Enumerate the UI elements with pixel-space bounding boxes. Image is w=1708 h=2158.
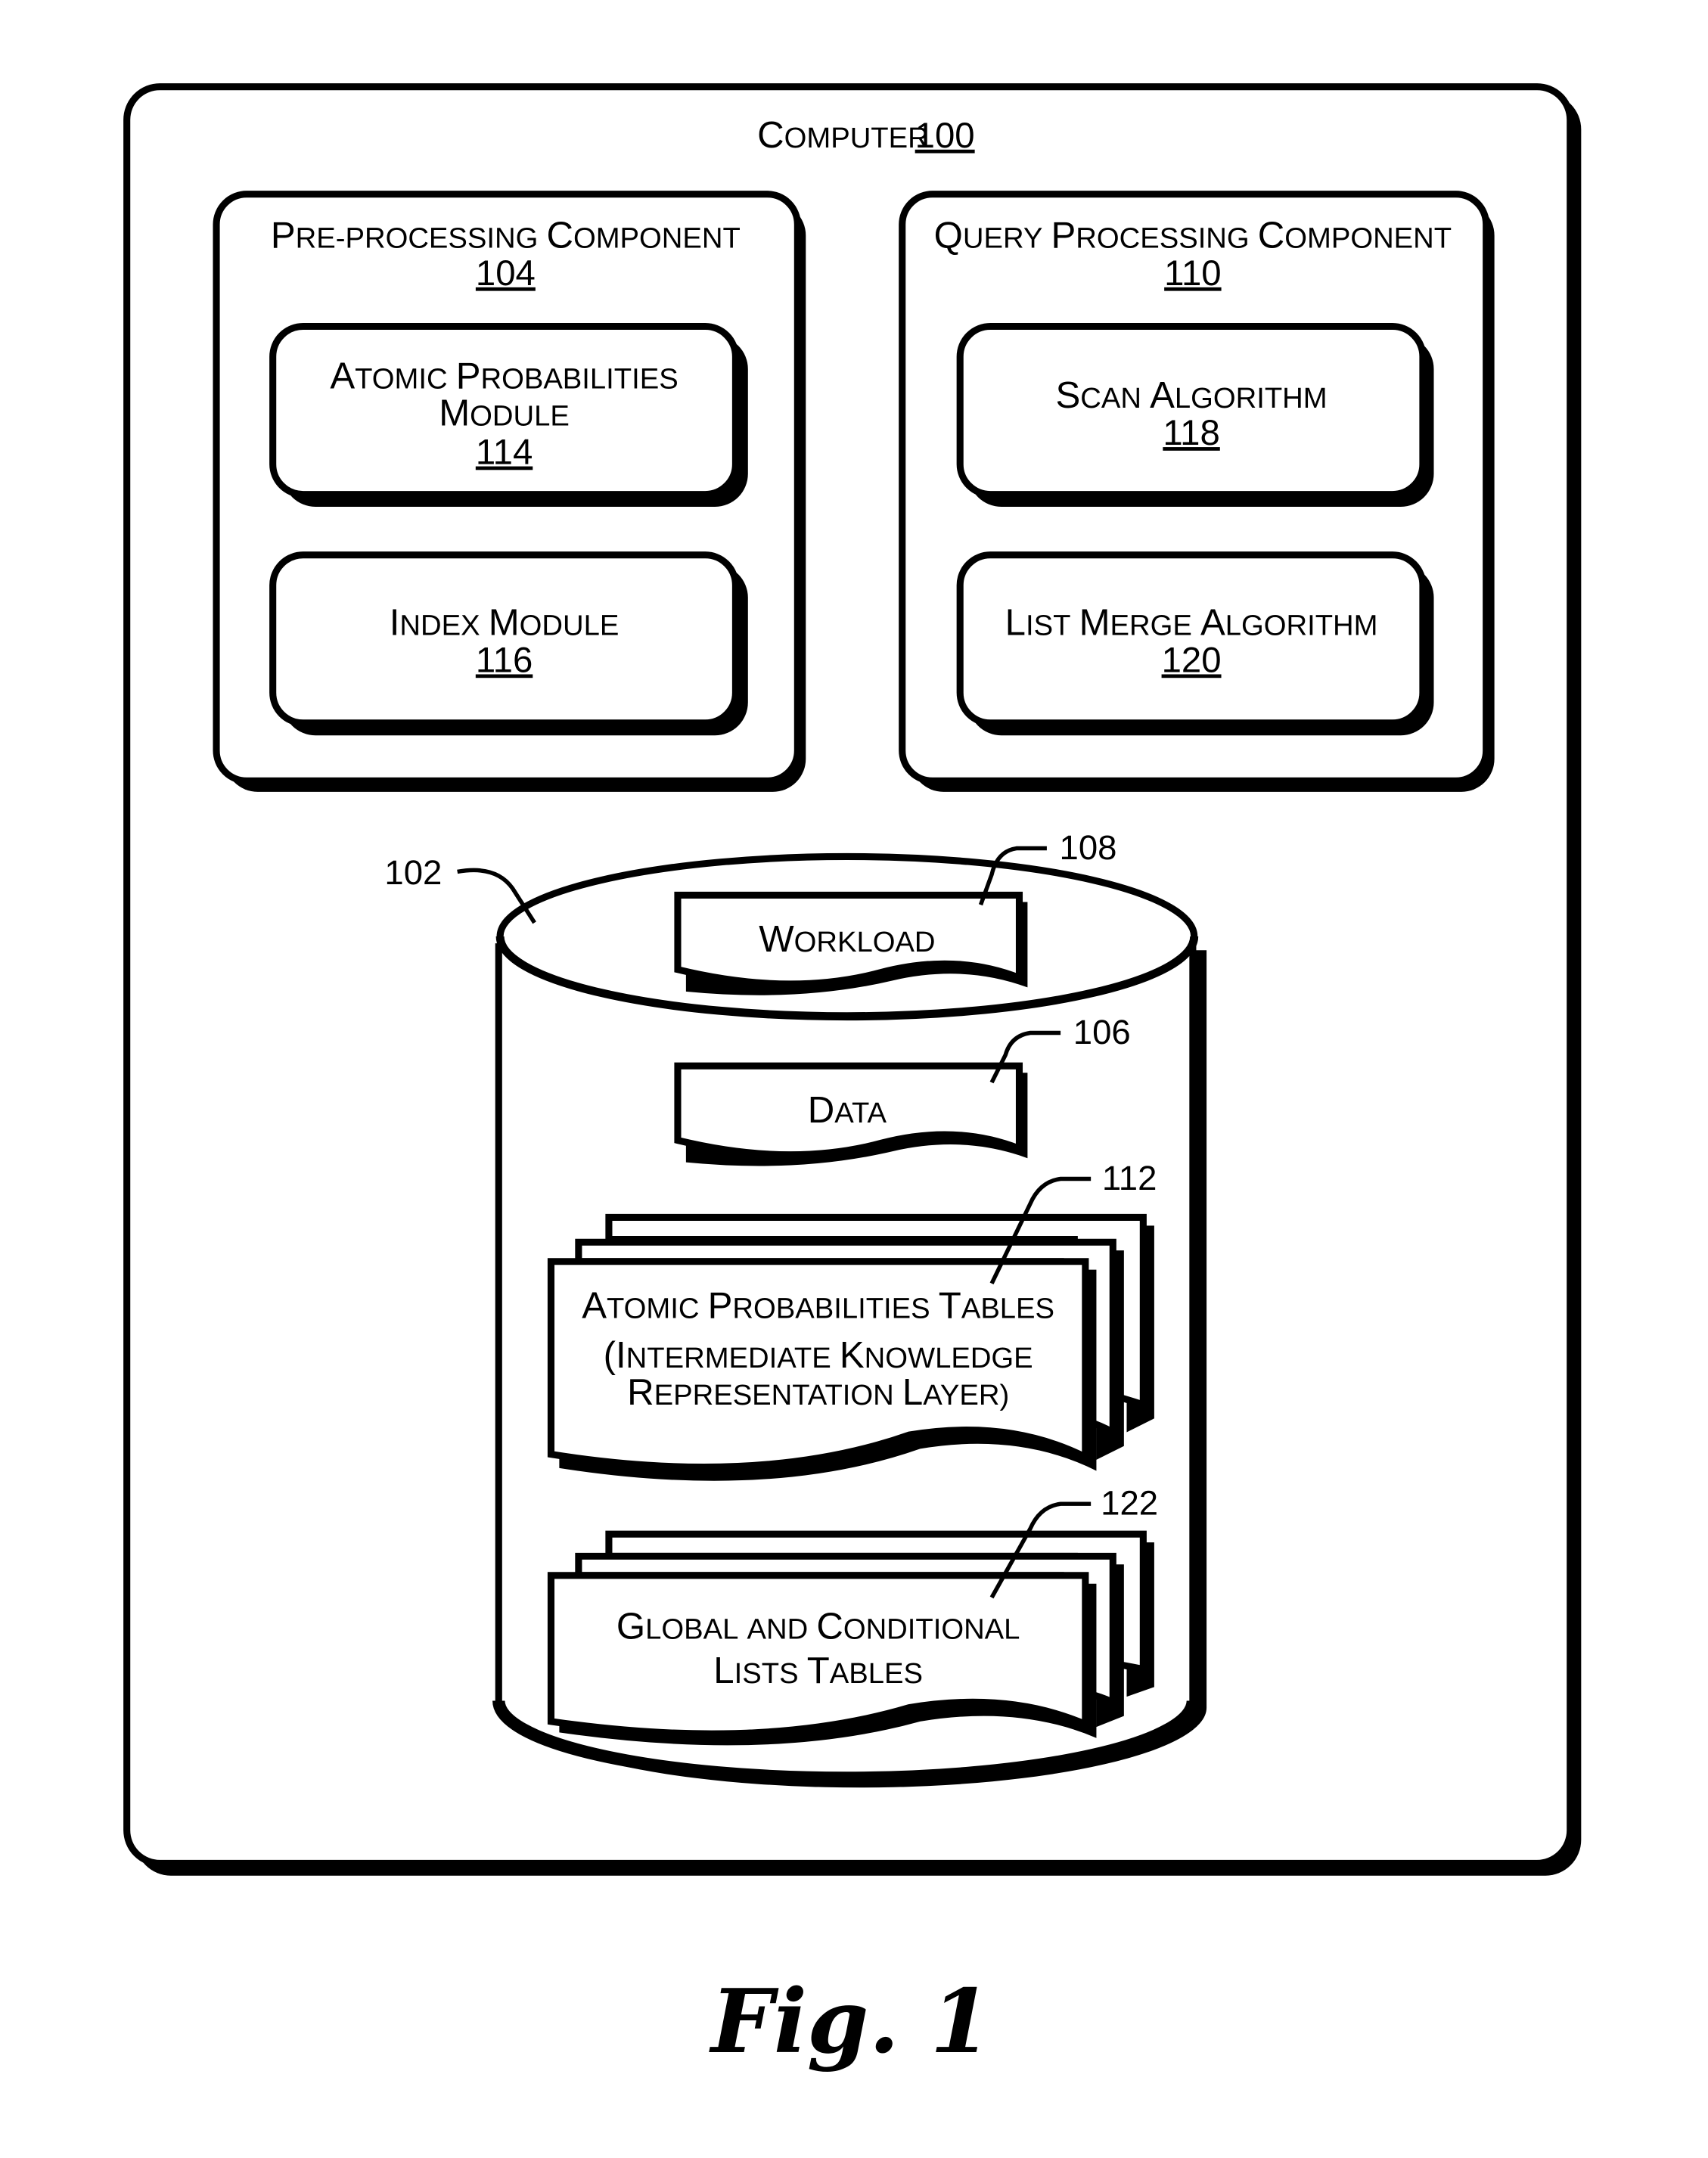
query-processing-label: QUERY PROCESSING COMPONENT xyxy=(934,216,1452,256)
pre-processing-component: PRE-PROCESSING COMPONENT 104 ATOMIC PROB… xyxy=(213,191,806,792)
atomic-probabilities-module: ATOMIC PROBABILITIES MODULE 114 xyxy=(269,322,748,508)
pre-processing-ref: 104 xyxy=(476,253,536,293)
module-ref: 120 xyxy=(1162,640,1222,680)
svg-text:DATA: DATA xyxy=(808,1090,887,1131)
query-processing-component: QUERY PROCESSING COMPONENT 110 SCAN ALGO… xyxy=(899,191,1495,792)
svg-text:(INTERMEDIATE KNOWLEDGE: (INTERMEDIATE KNOWLEDGE xyxy=(604,1335,1033,1376)
atomic-tables-ref: 112 xyxy=(1102,1159,1157,1197)
lists-tables-ref: 122 xyxy=(1101,1484,1158,1523)
svg-text:LIST MERGE ALGORITHM: LIST MERGE ALGORITHM xyxy=(1005,602,1378,643)
svg-text:MODULE: MODULE xyxy=(439,393,570,434)
svg-text:WORKLOAD: WORKLOAD xyxy=(759,919,935,960)
figure-caption: Fig. 1 xyxy=(709,1970,992,2073)
system-diagram: COMPUTER 100 PRE-PROCESSING COMPONENT 10… xyxy=(123,83,1582,2073)
svg-text:INDEX MODULE: INDEX MODULE xyxy=(390,602,620,643)
scan-algorithm-module: SCAN ALGORITHM 118 xyxy=(956,322,1434,508)
computer-label: COMPUTER xyxy=(757,115,929,156)
svg-text:ATOMIC PROBABILITIES: ATOMIC PROBABILITIES xyxy=(330,356,678,396)
query-processing-ref: 110 xyxy=(1164,253,1221,293)
svg-text:REPRESENTATION LAYER): REPRESENTATION LAYER) xyxy=(627,1372,1009,1413)
module-ref: 114 xyxy=(476,433,533,473)
svg-text:GLOBAL AND CONDITIONAL: GLOBAL AND CONDITIONAL xyxy=(616,1607,1020,1647)
pre-processing-label: PRE-PROCESSING COMPONENT xyxy=(271,216,741,256)
data-store-ref: 102 xyxy=(384,853,442,892)
list-merge-algorithm-module: LIST MERGE ALGORITHM 120 xyxy=(956,551,1434,736)
workload-ref: 108 xyxy=(1060,828,1117,867)
computer-ref: 100 xyxy=(915,116,975,156)
data-ref: 106 xyxy=(1073,1013,1131,1051)
index-module: INDEX MODULE 116 xyxy=(269,551,748,736)
svg-text:SCAN ALGORITHM: SCAN ALGORITHM xyxy=(1056,375,1328,416)
svg-text:ATOMIC PROBABILITIES TABLES: ATOMIC PROBABILITIES TABLES xyxy=(582,1285,1054,1326)
module-ref: 118 xyxy=(1163,413,1219,453)
svg-text:LISTS TABLES: LISTS TABLES xyxy=(713,1650,923,1691)
module-ref: 116 xyxy=(476,640,533,680)
